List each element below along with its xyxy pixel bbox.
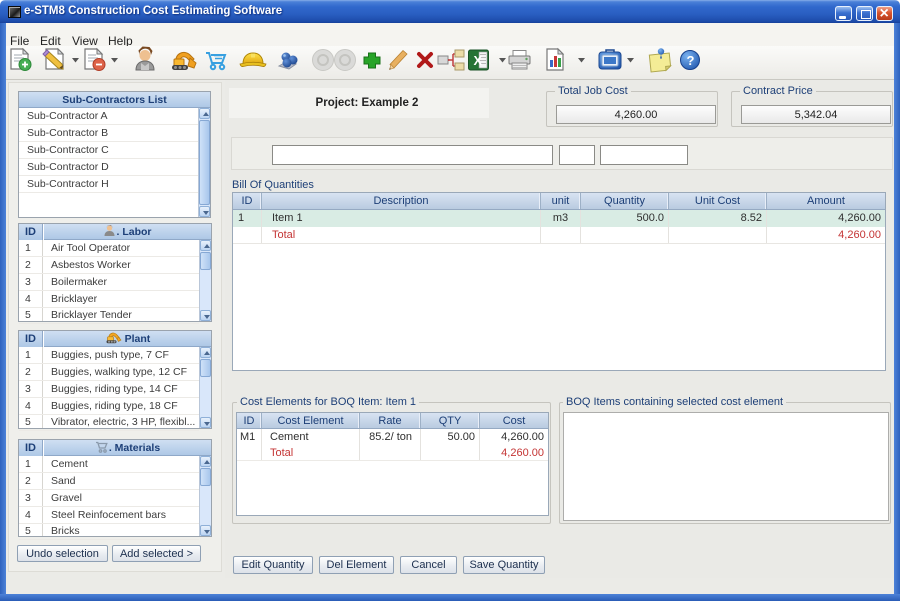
svg-text:?: ? [687,53,695,68]
svg-text:X: X [474,53,483,68]
